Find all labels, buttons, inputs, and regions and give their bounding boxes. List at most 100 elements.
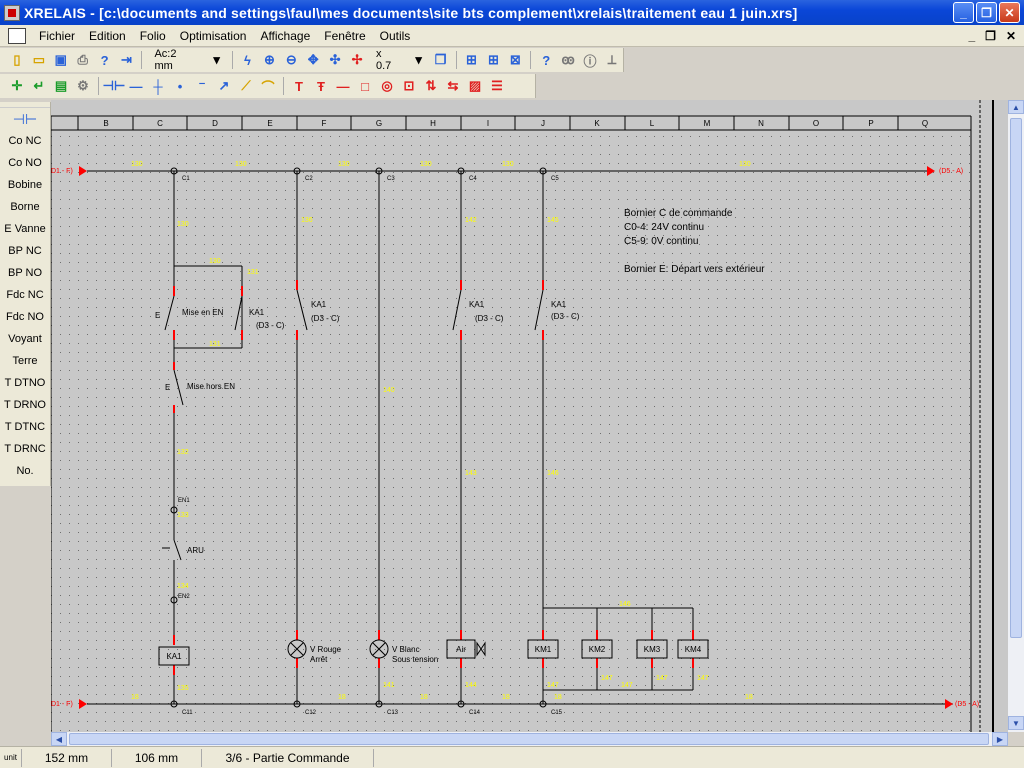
horizontal-scroll-thumb[interactable] xyxy=(69,733,989,745)
gear-icon[interactable]: ⚙ xyxy=(74,77,92,95)
svg-text:C5: C5 xyxy=(551,176,559,182)
svg-text:I: I xyxy=(487,119,489,128)
vertical-scroll-thumb[interactable] xyxy=(1010,118,1022,638)
palette-item-t-dtnc[interactable]: T DTNC xyxy=(0,416,50,438)
rectangle-icon[interactable]: □ xyxy=(356,77,374,95)
zoom-out-icon[interactable]: ⊖ xyxy=(282,51,300,69)
chevron-down-icon[interactable]: ▾ xyxy=(410,51,428,69)
menu-folio[interactable]: Folio xyxy=(133,29,173,43)
move-cross-icon[interactable]: ✛ xyxy=(8,77,26,95)
svg-text:131: 131 xyxy=(209,341,221,348)
lightning-icon[interactable]: ϟ xyxy=(239,51,257,69)
mdi-close-button[interactable]: ✕ xyxy=(1006,29,1016,43)
help-icon[interactable]: ? xyxy=(96,51,114,69)
menu-fichier[interactable]: Fichier xyxy=(32,29,82,43)
svg-text:147: 147 xyxy=(601,675,613,682)
menu-fenetre[interactable]: Fenêtre xyxy=(317,29,372,43)
menu-optimisation[interactable]: Optimisation xyxy=(173,29,254,43)
palette-item-t-drnc[interactable]: T DRNC xyxy=(0,438,50,460)
horizontal-scrollbar[interactable]: ◀ ▶ xyxy=(51,732,1008,746)
scroll-down-icon[interactable]: ▼ xyxy=(1008,716,1024,730)
palette-item-t-dtno[interactable]: T DTNO xyxy=(0,372,50,394)
palette-item-e-vanne[interactable]: E Vanne xyxy=(0,218,50,240)
page-icon[interactable]: ▤ xyxy=(52,77,70,95)
binoculars-icon[interactable]: ꙭ xyxy=(559,51,577,69)
palette-item-t-drno[interactable]: T DRNO xyxy=(0,394,50,416)
wire-icon[interactable]: ↗ xyxy=(215,77,233,95)
svg-text:18: 18 xyxy=(554,694,562,701)
line-cross-icon[interactable]: ┼ xyxy=(149,77,167,95)
move-icon[interactable]: ✣ xyxy=(326,51,344,69)
restore-button[interactable]: ❐ xyxy=(976,2,997,23)
scroll-right-icon[interactable]: ▶ xyxy=(992,732,1008,746)
mdi-restore-button[interactable]: ❐ xyxy=(985,29,996,43)
svg-text:130: 130 xyxy=(420,161,432,168)
palette-item-fdc-no[interactable]: Fdc NO xyxy=(0,306,50,328)
zoom-in-icon[interactable]: ⊕ xyxy=(260,51,278,69)
save-icon[interactable]: ▣ xyxy=(52,51,70,69)
aperture-select[interactable]: Ac:2 mm xyxy=(150,48,201,72)
svg-text:C2: C2 xyxy=(305,176,313,182)
horizontal-line-icon[interactable]: ― xyxy=(127,77,145,95)
palette-item-terre[interactable]: Terre xyxy=(0,350,50,372)
close-button[interactable]: ✕ xyxy=(999,2,1020,23)
text-icon[interactable]: T xyxy=(290,77,308,95)
svg-text:130: 130 xyxy=(338,161,350,168)
palette-item-co-nc[interactable]: Co NC xyxy=(0,130,50,152)
chevron-down-icon[interactable]: ▾ xyxy=(208,51,226,69)
grid-icon[interactable]: ⊞ xyxy=(463,51,481,69)
zoom-select[interactable]: x 0.7 xyxy=(372,48,404,72)
circle-icon[interactable]: ◎ xyxy=(378,77,396,95)
palette-item-bp-nc[interactable]: BP NC xyxy=(0,240,50,262)
palette-item-co-no[interactable]: Co NO xyxy=(0,152,50,174)
svg-text:134: 134 xyxy=(177,583,189,590)
axis-icon[interactable]: ⟂ xyxy=(603,51,621,69)
return-icon[interactable]: ↵ xyxy=(30,77,48,95)
scroll-left-icon[interactable]: ◀ xyxy=(51,732,67,746)
grid-snap-icon[interactable]: ⊞ xyxy=(484,51,502,69)
windows-icon[interactable]: ❐ xyxy=(432,51,450,69)
line-icon[interactable]: — xyxy=(334,77,352,95)
text-bold-icon[interactable]: Ŧ xyxy=(312,77,330,95)
grid-off-icon[interactable]: ⊠ xyxy=(506,51,524,69)
minimize-button[interactable]: _ xyxy=(953,2,974,23)
curve-icon[interactable]: ⌒ xyxy=(259,77,277,95)
drawing-canvas[interactable]: B C D E F G H I J K L M N O P Q D1 - F) … xyxy=(51,100,1008,732)
window-title: XRELAIS - [c:\documents and settings\fau… xyxy=(24,4,798,21)
svg-text:M: M xyxy=(704,119,711,128)
align-icon[interactable]: ⇆ xyxy=(444,77,462,95)
menu-affichage[interactable]: Affichage xyxy=(253,29,317,43)
scroll-up-icon[interactable]: ▲ xyxy=(1008,100,1024,114)
info-icon[interactable]: ⓘ xyxy=(581,51,599,69)
dot-icon[interactable]: • xyxy=(171,77,189,95)
mdi-minimize-button[interactable]: _ xyxy=(968,29,975,43)
new-file-icon[interactable]: ▯ xyxy=(8,51,26,69)
svg-text:131: 131 xyxy=(247,269,259,276)
pan-icon[interactable]: ✥ xyxy=(304,51,322,69)
vertical-scrollbar[interactable]: ▲ ▼ xyxy=(1008,100,1024,732)
palette-item-borne[interactable]: Borne xyxy=(0,196,50,218)
number-icon[interactable]: ⁻ xyxy=(193,77,211,95)
menu-outils[interactable]: Outils xyxy=(373,29,418,43)
palette-item-bp-no[interactable]: BP NO xyxy=(0,262,50,284)
svg-text:(D3 - C): (D3 - C) xyxy=(256,321,285,330)
print-icon[interactable]: ⎙ xyxy=(74,51,92,69)
box-icon[interactable]: ⊡ xyxy=(400,77,418,95)
query-icon[interactable]: ? xyxy=(537,51,555,69)
open-folder-icon[interactable]: ▭ xyxy=(30,51,48,69)
exit-icon[interactable]: ⇥ xyxy=(118,51,136,69)
image-icon[interactable]: ▨ xyxy=(466,77,484,95)
magnet-icon[interactable]: ✢ xyxy=(348,51,366,69)
menu-edition[interactable]: Edition xyxy=(82,29,133,43)
palette-item-voyant[interactable]: Voyant xyxy=(0,328,50,350)
ramp-icon[interactable]: ⟋ xyxy=(237,77,255,95)
arrows-icon[interactable]: ⇅ xyxy=(422,77,440,95)
palette-item-no[interactable]: No. xyxy=(0,460,50,482)
palette-item-fdc-nc[interactable]: Fdc NC xyxy=(0,284,50,306)
document-icon[interactable] xyxy=(8,27,26,44)
terminal-icon[interactable]: ⊣⊢ xyxy=(103,77,126,95)
palette-header-icon[interactable]: ⊣⊢ xyxy=(0,108,50,130)
list-icon[interactable]: ☰ xyxy=(488,77,506,95)
palette-item-bobine[interactable]: Bobine xyxy=(0,174,50,196)
unit-label[interactable]: unit xyxy=(0,748,22,767)
